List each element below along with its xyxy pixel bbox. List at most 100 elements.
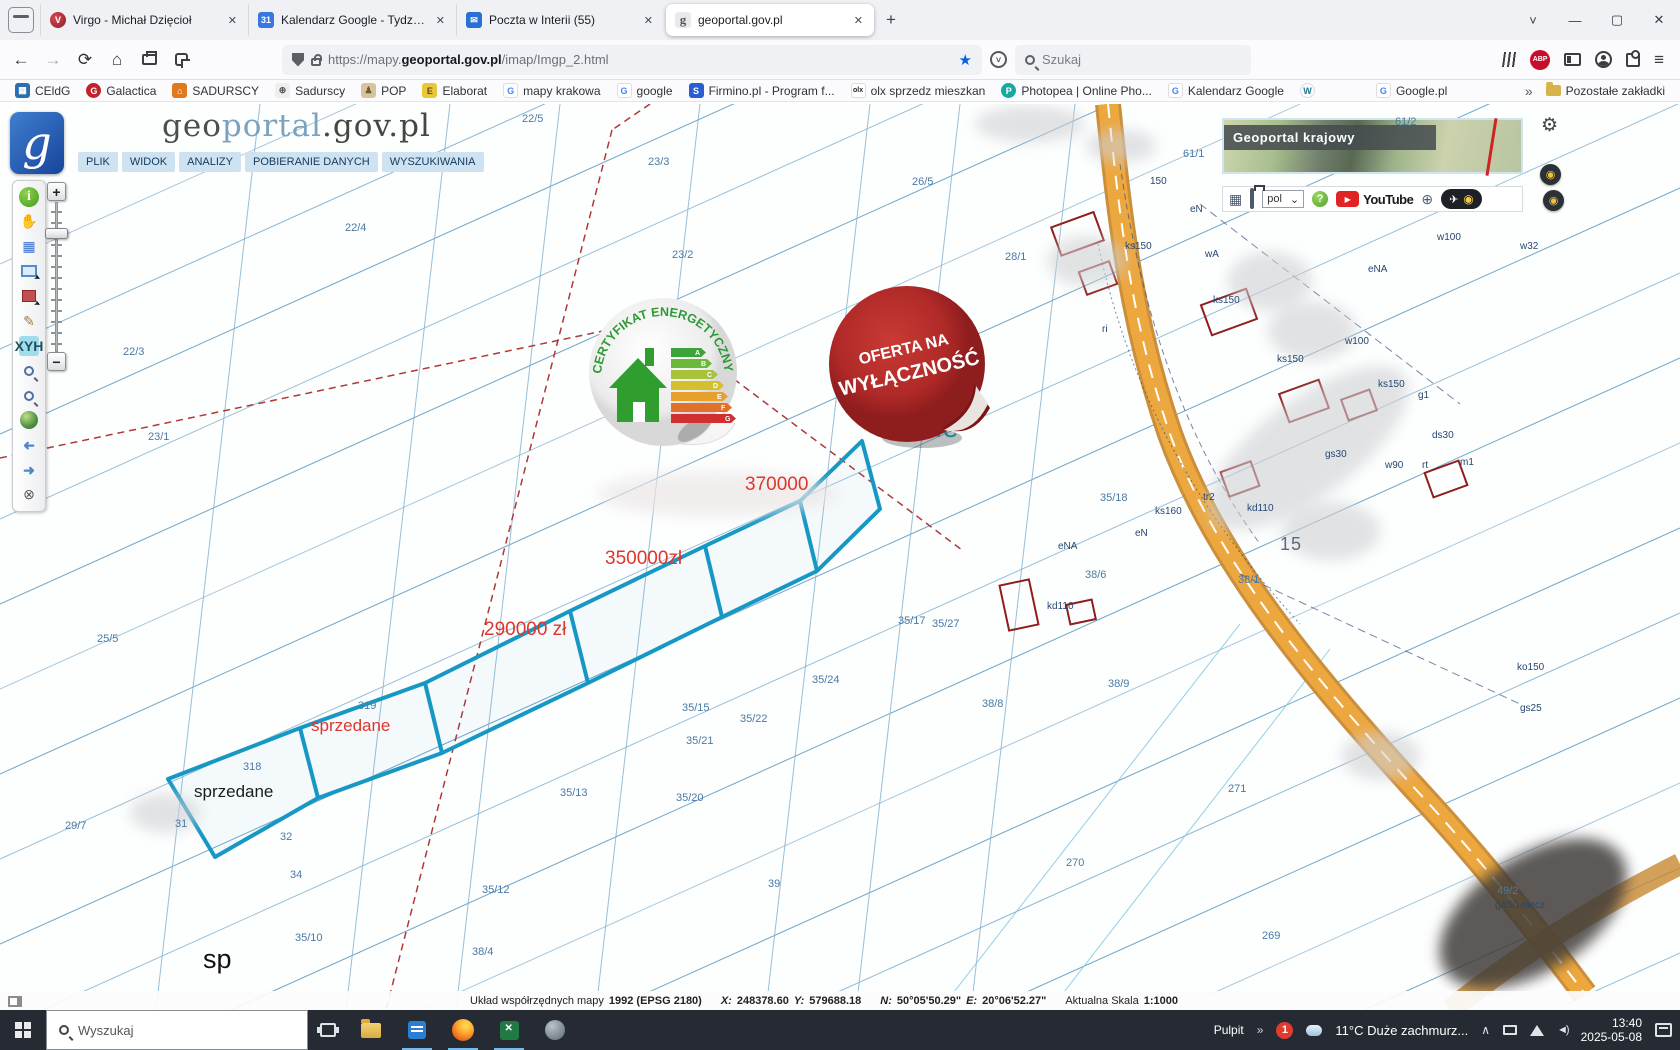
library-icon[interactable] bbox=[1502, 52, 1517, 67]
geoportal-logo[interactable]: g bbox=[10, 112, 64, 174]
menu-button[interactable]: POBIERANIE DANYCH bbox=[245, 152, 378, 172]
lock-icon[interactable] bbox=[311, 58, 321, 66]
tab-virgo[interactable]: V Virgo - Michał Dzięcioł ✕ bbox=[40, 4, 248, 36]
overview-minimap[interactable]: Geoportal krajowy bbox=[1222, 118, 1523, 174]
bookmark-olx[interactable]: olxolx sprzedz mieszkan bbox=[844, 83, 993, 98]
print-button[interactable] bbox=[134, 45, 164, 75]
tracking-shield-icon[interactable] bbox=[292, 53, 304, 67]
help-button[interactable]: ? bbox=[1312, 191, 1328, 207]
print-map-icon[interactable] bbox=[1250, 190, 1254, 208]
bookmark-wordpress[interactable]: W bbox=[1293, 83, 1327, 98]
pan-hand-icon[interactable]: ✋ bbox=[19, 212, 39, 232]
tab-geoportal-active[interactable]: g geoportal.gov.pl ✕ bbox=[666, 4, 874, 36]
menu-icon[interactable]: ≡ bbox=[1654, 50, 1664, 70]
layers-grid-icon[interactable]: ▦ bbox=[1229, 191, 1242, 208]
close-tool-icon[interactable]: ⊗ bbox=[19, 485, 39, 505]
new-tab-button[interactable]: + bbox=[876, 10, 906, 30]
tab-mail[interactable]: ✉ Poczta w Interii (55) ✕ bbox=[456, 4, 664, 36]
task-view-button[interactable] bbox=[308, 1010, 348, 1050]
other-bookmarks-folder[interactable]: Pozostałe zakładki bbox=[1539, 84, 1672, 98]
measure-pencil-icon[interactable]: ✎ bbox=[19, 311, 39, 331]
tab-close-icon[interactable]: ✕ bbox=[642, 12, 655, 29]
menu-button[interactable]: WIDOK bbox=[122, 152, 175, 172]
select-area-icon[interactable] bbox=[19, 261, 39, 281]
bookmark-sadurscy1[interactable]: ⌂SADURSCY bbox=[165, 83, 266, 98]
previous-view-icon[interactable]: ➜ bbox=[19, 435, 39, 455]
bookmark-photopea[interactable]: PPhotopea | Online Pho... bbox=[994, 83, 1159, 98]
tab-close-icon[interactable]: ✕ bbox=[852, 12, 865, 29]
bookmark-pop[interactable]: ♟POP bbox=[354, 83, 413, 98]
deselect-area-icon[interactable] bbox=[19, 286, 39, 306]
search-box[interactable]: Szukaj bbox=[1015, 45, 1251, 75]
weather-text[interactable]: 11°C Duże zachmurz... bbox=[1335, 1023, 1468, 1038]
url-bar[interactable]: https://mapy.geoportal.gov.pl/imap/Imgp_… bbox=[282, 45, 982, 75]
start-button[interactable] bbox=[0, 1010, 46, 1050]
tray-display-icon[interactable] bbox=[1503, 1025, 1517, 1035]
desktop-expand-chevron[interactable]: » bbox=[1257, 1023, 1264, 1037]
menu-button[interactable]: WYSZUKIWANIA bbox=[382, 152, 484, 172]
visibility-eye-button[interactable]: ◉ bbox=[1543, 190, 1564, 211]
info-tool-icon[interactable]: i bbox=[19, 187, 39, 207]
sidebar-icon[interactable] bbox=[1564, 53, 1581, 66]
tray-chevron-up-icon[interactable]: ∧ bbox=[1481, 1023, 1490, 1037]
app-button[interactable] bbox=[532, 1010, 578, 1050]
zoom-slider-track[interactable] bbox=[55, 202, 58, 352]
forward-button[interactable]: → bbox=[38, 45, 68, 75]
bookmark-sadurscy2[interactable]: ⊕Sadurscy bbox=[268, 83, 352, 98]
bookmark-google[interactable]: Ggoogle bbox=[610, 83, 680, 98]
account-icon[interactable] bbox=[1595, 51, 1612, 68]
xyh-coordinates-icon[interactable]: XYH bbox=[19, 336, 39, 356]
zoom-out-tool-icon[interactable] bbox=[19, 386, 39, 406]
bookmark-google-pl[interactable]: GGoogle.pl bbox=[1369, 83, 1454, 98]
firefox-button[interactable] bbox=[440, 1010, 486, 1050]
firefox-view-icon[interactable] bbox=[8, 7, 34, 33]
tab-calendar[interactable]: 31 Kalendarz Google - Tydzień, w I ✕ bbox=[248, 4, 456, 36]
globe-extent-icon[interactable] bbox=[19, 410, 39, 430]
bookmark-mapy-krakowa[interactable]: Gmapy krakowa bbox=[496, 83, 607, 98]
screenshot-button[interactable] bbox=[166, 45, 196, 75]
tray-volume-icon[interactable]: ◄) bbox=[1557, 1024, 1568, 1036]
visibility-eye-button[interactable]: ◉ bbox=[1540, 164, 1561, 185]
zoom-slider-handle[interactable] bbox=[45, 228, 68, 239]
bookmark-galactica[interactable]: GGalactica bbox=[79, 83, 163, 98]
close-window-button[interactable]: ✕ bbox=[1638, 0, 1680, 40]
language-select[interactable]: pol⌄ bbox=[1262, 190, 1304, 208]
web-globe-icon[interactable]: ⊕ bbox=[1421, 191, 1433, 208]
mail-app-button[interactable] bbox=[394, 1010, 440, 1050]
menu-button[interactable]: ANALIZY bbox=[179, 152, 241, 172]
zoom-in-tool-icon[interactable] bbox=[19, 361, 39, 381]
settings-gear-icon[interactable]: ⚙ bbox=[1541, 114, 1558, 137]
zoom-in-button[interactable]: + bbox=[47, 182, 66, 201]
bookmark-ceidg[interactable]: ▦CEldG bbox=[8, 83, 77, 98]
home-button[interactable]: ⌂ bbox=[102, 45, 132, 75]
excel-button[interactable] bbox=[486, 1010, 532, 1050]
bookmark-firmino[interactable]: SFirmino.pl - Program f... bbox=[682, 83, 842, 98]
reload-button[interactable]: ⟳ bbox=[70, 45, 100, 75]
maximize-button[interactable]: ▢ bbox=[1596, 0, 1638, 40]
taskbar-clock[interactable]: 13:402025-05-08 bbox=[1581, 1016, 1642, 1044]
desktop-toolbar-label[interactable]: Pulpit bbox=[1214, 1023, 1244, 1037]
bookmarks-overflow-chevron[interactable]: » bbox=[1525, 83, 1533, 99]
bookmark-kalendarz[interactable]: GKalendarz Google bbox=[1161, 83, 1291, 98]
flight-view-toggle[interactable]: ✈◉ bbox=[1441, 189, 1482, 209]
tray-network-icon[interactable] bbox=[1530, 1025, 1544, 1036]
zoom-out-button[interactable]: − bbox=[47, 352, 66, 371]
list-all-tabs-button[interactable]: ˅ bbox=[1512, 0, 1554, 40]
back-button[interactable]: ← bbox=[6, 45, 36, 75]
minimize-button[interactable]: — bbox=[1554, 0, 1596, 40]
tab-close-icon[interactable]: ✕ bbox=[434, 12, 447, 29]
next-view-icon[interactable]: ➜ bbox=[19, 460, 39, 480]
notification-badge[interactable]: 1 bbox=[1276, 1022, 1293, 1039]
extensions-icon[interactable] bbox=[1626, 53, 1640, 67]
taskbar-search[interactable]: Wyszukaj bbox=[46, 1010, 308, 1050]
map-viewport[interactable]: g geoportal.gov.pl PLIKWIDOKANALIZYPOBIE… bbox=[0, 104, 1680, 1010]
file-explorer-button[interactable] bbox=[348, 1010, 394, 1050]
tab-close-icon[interactable]: ✕ bbox=[226, 12, 239, 29]
youtube-button[interactable]: ▶YouTube bbox=[1336, 191, 1413, 207]
menu-button[interactable]: PLIK bbox=[78, 152, 118, 172]
bookmark-star-icon[interactable]: ★ bbox=[959, 51, 972, 69]
action-center-icon[interactable] bbox=[1655, 1023, 1672, 1037]
pocket-icon[interactable]: ˅ bbox=[990, 51, 1007, 68]
legend-tool-icon[interactable]: ▦ bbox=[19, 237, 39, 257]
bookmark-elaborat[interactable]: EElaborat bbox=[415, 83, 494, 98]
